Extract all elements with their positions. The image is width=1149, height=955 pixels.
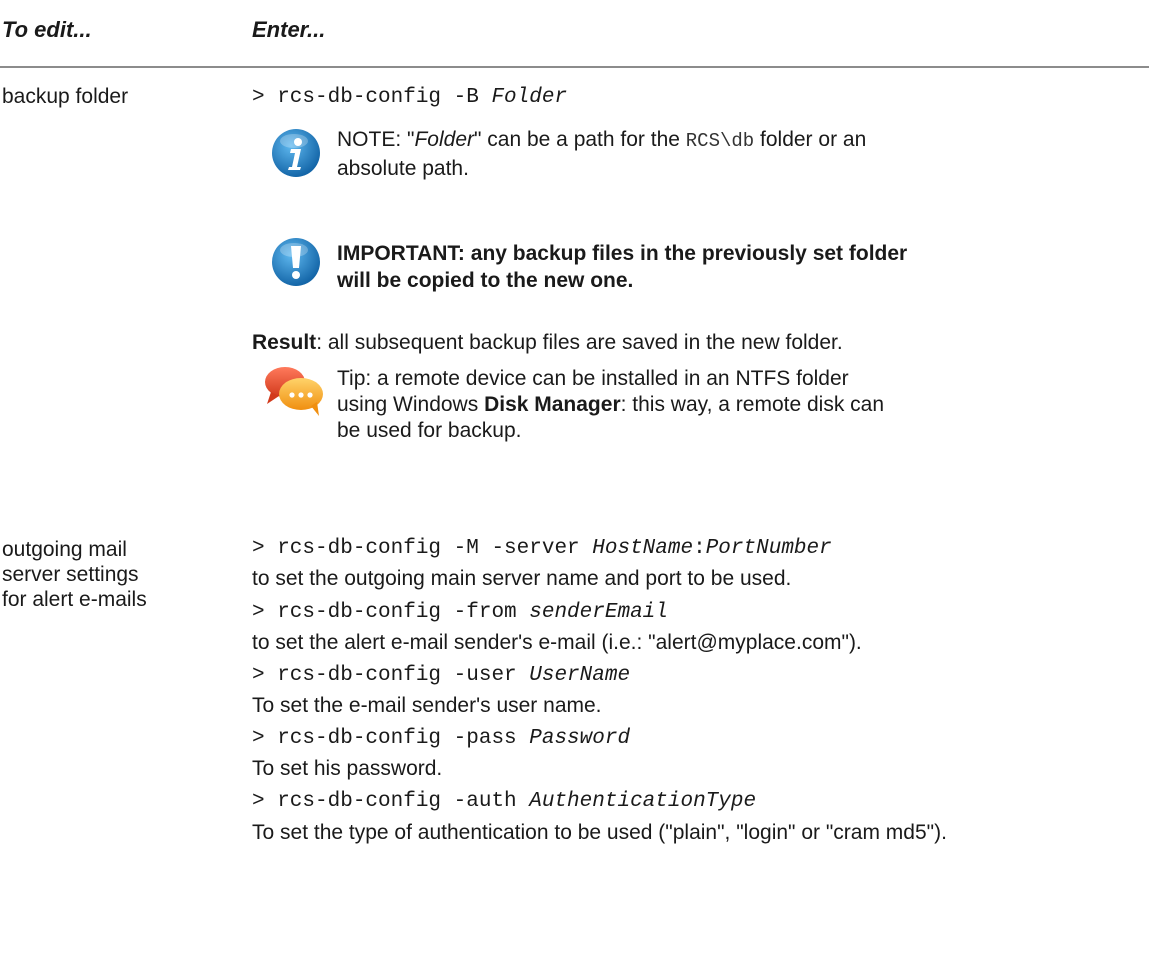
table-header: To edit... Enter...: [0, 0, 1149, 68]
desc-from: to set the alert e-mail sender's e-mail …: [252, 631, 862, 654]
important-line2: will be copied to the new one.: [337, 269, 634, 292]
command-arg: Password: [529, 727, 631, 750]
command-mail-server: > rcs-db-config -M -server HostName:Port…: [252, 536, 832, 562]
command-arg: Folder: [491, 86, 568, 109]
command-sep: :: [693, 537, 706, 560]
column-header-to-edit: To edit...: [2, 17, 92, 42]
desc-pass: To set his password.: [252, 757, 443, 780]
tip-text: Tip: a remote device can be installed in…: [337, 366, 1137, 444]
command-arg: AuthenticationType: [529, 790, 757, 813]
important-notice: IMPORTANT: any backup files in the previ…: [337, 240, 1137, 294]
command-arg: UserName: [529, 664, 631, 687]
note-suffix: folder or an: [754, 128, 867, 151]
note-middle: " can be a path for the: [474, 128, 686, 151]
command-arg-hostname: HostName: [592, 537, 694, 560]
exclamation-icon: [272, 238, 320, 286]
chat-bubbles-icon: [265, 367, 323, 416]
tip-line3: be used for backup.: [337, 419, 522, 442]
command-text: > rcs-db-config -M -server: [252, 537, 593, 560]
desc-user: To set the e-mail sender's user name.: [252, 694, 602, 717]
command-text: > rcs-db-config -B: [252, 86, 492, 109]
row-label-backup-folder: backup folder: [2, 85, 129, 108]
note-line2: absolute path.: [337, 157, 469, 180]
command-text: > rcs-db-config -pass: [252, 727, 530, 750]
column-header-enter: Enter...: [252, 17, 326, 42]
command-text: > rcs-db-config -auth: [252, 790, 530, 813]
command-user: > rcs-db-config -user UserName: [252, 663, 630, 689]
result-line: Result: all subsequent backup files are …: [252, 330, 843, 356]
tip-line2-suffix: : this way, a remote disk can: [620, 393, 885, 416]
row-label-line1: outgoing mail: [2, 538, 127, 561]
note-folder-word: Folder: [414, 128, 474, 151]
desc-mail-server: to set the outgoing main server name and…: [252, 567, 792, 590]
command-pass: > rcs-db-config -pass Password: [252, 726, 630, 752]
important-line1: IMPORTANT: any backup files in the previ…: [337, 242, 908, 265]
command-text: > rcs-db-config -user: [252, 664, 530, 687]
desc-auth: To set the type of authentication to be …: [252, 821, 947, 844]
note-folder-path: NOTE: "Folder" can be a path for the RCS…: [337, 126, 1137, 182]
command-from: > rcs-db-config -from senderEmail: [252, 600, 668, 626]
result-text: : all subsequent backup files are saved …: [316, 331, 843, 354]
tip-line1: Tip: a remote device can be installed in…: [337, 367, 849, 390]
command-arg: senderEmail: [529, 601, 668, 624]
document-page: To edit... Enter... backup folder > rcs-…: [0, 0, 1149, 955]
row-label-mail-server: outgoing mail server settings for alert …: [2, 537, 237, 612]
tip-line2-prefix: using Windows: [337, 393, 485, 416]
command-arg-port: PortNumber: [705, 537, 832, 560]
result-label: Result: [252, 331, 317, 354]
note-path: RCS\db: [685, 130, 755, 152]
command-backup-folder: > rcs-db-config -B Folder: [252, 85, 567, 111]
command-text: > rcs-db-config -from: [252, 601, 530, 624]
row-label-line2: server settings: [2, 563, 139, 586]
note-prefix: NOTE: ": [337, 128, 415, 151]
command-auth: > rcs-db-config -auth AuthenticationType: [252, 789, 756, 815]
row-label-line3: for alert e-mails: [2, 588, 147, 611]
info-icon: [272, 129, 320, 177]
tip-disk-manager: Disk Manager: [484, 393, 621, 416]
